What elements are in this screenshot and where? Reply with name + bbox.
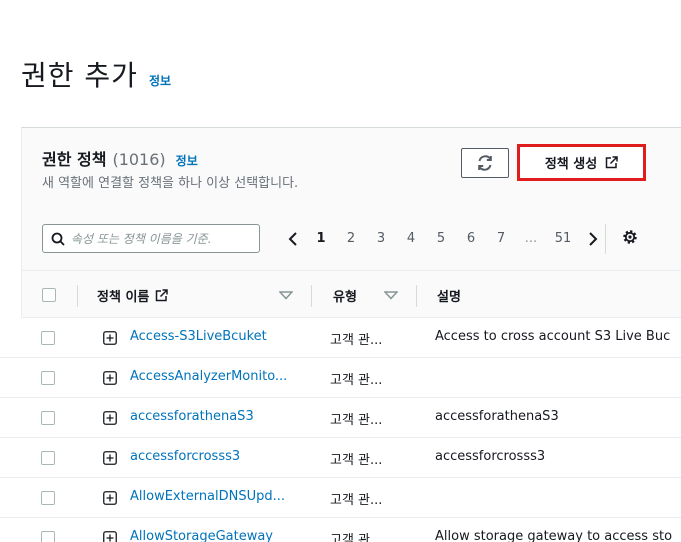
- table-header: 정책 이름 유형 설명: [22, 270, 681, 318]
- policy-name-link[interactable]: accessforathenaS3: [130, 409, 254, 424]
- expand-plus-icon[interactable]: [103, 371, 117, 385]
- panel-title: 권한 정책: [42, 150, 107, 169]
- expand-plus-icon[interactable]: [103, 491, 117, 505]
- sort-down-icon: [384, 290, 398, 300]
- sort-down-icon: [279, 290, 293, 300]
- panel-header: 권한 정책 (1016) 정보 새 역할에 연결할 정책을 하나 이상 선택합니…: [42, 146, 332, 193]
- policy-description: Access to cross account S3 Live Buc: [435, 329, 671, 344]
- page-6[interactable]: 6: [456, 231, 486, 246]
- table-row[interactable]: AccessAnalyzerMonito... 고객 관...: [0, 358, 681, 398]
- policy-description: accessforcrosss3: [435, 449, 546, 464]
- page-header: 권한 추가 정보: [21, 54, 171, 94]
- create-policy-button[interactable]: 정책 생성: [517, 144, 646, 181]
- policy-name-link[interactable]: AllowStorageGateway: [130, 529, 273, 542]
- policy-description: accessforathenaS3: [435, 409, 559, 424]
- table-row[interactable]: Access-S3LiveBcuket 고객 관... Access to cr…: [0, 318, 681, 358]
- table-row[interactable]: AllowStorageGateway 고객 관... Allow storag…: [0, 518, 681, 542]
- policy-type: 고객 관...: [330, 373, 383, 388]
- column-policy-name[interactable]: 정책 이름: [97, 271, 169, 319]
- page-2[interactable]: 2: [336, 231, 366, 246]
- row-checkbox[interactable]: [41, 451, 55, 465]
- chevron-left-icon: [288, 231, 297, 246]
- page-title: 권한 추가: [21, 59, 138, 92]
- policy-name-link[interactable]: AccessAnalyzerMonito...: [130, 369, 287, 384]
- policy-type: 고객 관...: [330, 413, 383, 428]
- column-type[interactable]: 유형: [333, 271, 357, 319]
- policy-type: 고객 관...: [330, 533, 383, 542]
- expand-plus-icon[interactable]: [103, 411, 117, 425]
- row-checkbox[interactable]: [41, 331, 55, 345]
- sort-policy-name[interactable]: [279, 271, 293, 319]
- policy-type: 고객 관...: [330, 493, 383, 508]
- expand-plus-icon[interactable]: [103, 531, 117, 542]
- expand-plus-icon[interactable]: [103, 451, 117, 465]
- pagination-ellipsis: ...: [524, 231, 538, 246]
- column-description[interactable]: 설명: [437, 271, 461, 319]
- policy-name-link[interactable]: accessforcrosss3: [130, 449, 240, 464]
- create-policy-label: 정책 생성: [544, 157, 598, 172]
- sort-type[interactable]: [384, 271, 398, 319]
- chevron-right-icon: [589, 231, 598, 246]
- search-icon: [51, 232, 65, 246]
- pagination: 1 2 3 4 5 6 7 ... 51: [280, 224, 606, 253]
- toolbar-divider: [605, 224, 606, 254]
- policy-type: 고객 관...: [330, 453, 383, 468]
- external-link-icon: [156, 288, 169, 301]
- refresh-icon: [478, 155, 492, 171]
- select-all-checkbox[interactable]: [42, 288, 56, 302]
- refresh-button[interactable]: [461, 148, 509, 178]
- page-info-link[interactable]: 정보: [149, 72, 171, 89]
- table-row[interactable]: accessforathenaS3 고객 관... accessforathen…: [0, 398, 681, 438]
- panel-description: 새 역할에 연결할 정책을 하나 이상 선택합니다.: [42, 176, 299, 191]
- page-3[interactable]: 3: [366, 231, 396, 246]
- prev-page-button[interactable]: [280, 231, 306, 246]
- table-row[interactable]: accessforcrosss3 고객 관... accessforcrosss…: [0, 438, 681, 478]
- gear-icon: [623, 230, 637, 244]
- page-last[interactable]: 51: [546, 231, 580, 246]
- policy-search[interactable]: [42, 224, 260, 253]
- table-row[interactable]: AllowExternalDNSUpd... 고객 관...: [0, 478, 681, 518]
- next-page-button[interactable]: [580, 231, 606, 246]
- search-input[interactable]: [71, 231, 251, 246]
- policy-name-link[interactable]: Access-S3LiveBcuket: [130, 329, 267, 344]
- row-checkbox[interactable]: [41, 371, 55, 385]
- row-checkbox[interactable]: [41, 411, 55, 425]
- row-checkbox[interactable]: [41, 491, 55, 505]
- page-5[interactable]: 5: [426, 231, 456, 246]
- row-checkbox[interactable]: [41, 531, 55, 542]
- expand-plus-icon[interactable]: [103, 331, 117, 345]
- panel-info-link[interactable]: 정보: [176, 152, 198, 169]
- page-4[interactable]: 4: [396, 231, 426, 246]
- preferences-button[interactable]: [621, 228, 639, 250]
- policy-description: Allow storage gateway to access sto: [435, 529, 673, 542]
- policy-type: 고객 관...: [330, 333, 383, 348]
- page-7[interactable]: 7: [486, 231, 516, 246]
- external-link-icon: [605, 156, 618, 169]
- policy-count: (1016): [112, 150, 166, 169]
- page-1[interactable]: 1: [306, 231, 336, 246]
- policy-name-link[interactable]: AllowExternalDNSUpd...: [130, 489, 285, 504]
